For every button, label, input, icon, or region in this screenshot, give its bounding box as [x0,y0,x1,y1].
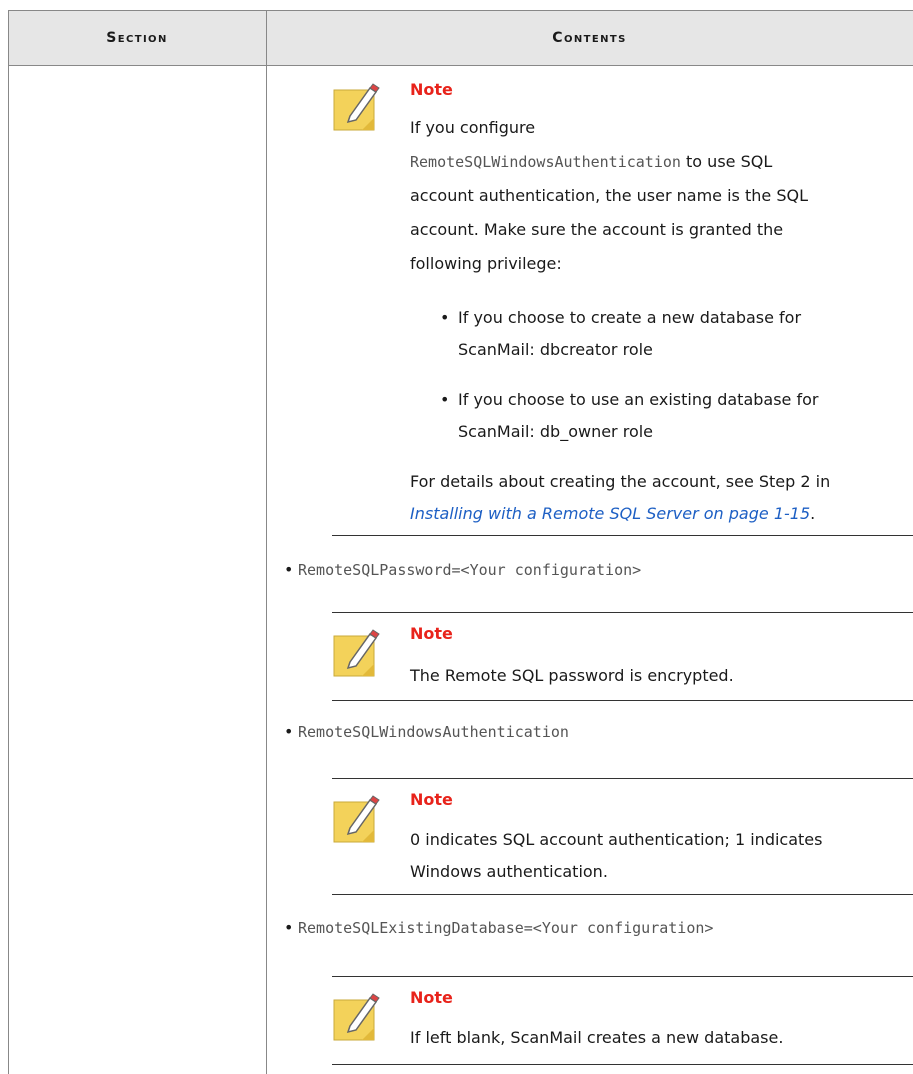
note-text: If you configure [410,118,536,137]
cross-reference-link[interactable]: Installing with a Remote SQL Server on p… [410,504,810,523]
note-rule [332,1064,913,1065]
note-text: RemoteSQLWindowsAuthentication to use SQ… [410,152,773,171]
bullet-text: ScanMail: db_owner role [458,422,654,441]
bullet-marker: • [284,918,294,937]
bullet-text: ScanMail: dbcreator role [458,340,653,359]
note-text: following privilege: [410,254,562,273]
note-pencil-icon [333,993,380,1041]
setting-name: RemoteSQLWindowsAuthentication [410,153,681,171]
note-rule [332,976,913,977]
note-text: If left blank, ScanMail creates a new da… [410,1028,784,1047]
note-title: Note [410,80,453,99]
note-pencil-icon [333,795,380,843]
header-section: Section [106,30,168,46]
note-text: The Remote SQL password is encrypted. [410,666,734,685]
note-pencil-icon [333,629,380,677]
setting-name: RemoteSQLExistingDatabase=<Your configur… [298,919,714,937]
note-text: 0 indicates SQL account authentication; … [410,830,823,849]
note-title: Note [410,624,453,643]
note-pencil-icon [333,83,380,131]
setting-name: RemoteSQLPassword=<Your configuration> [298,561,642,579]
setting-name: RemoteSQLWindowsAuthentication [298,723,569,741]
bullet-text: If you choose to create a new database f… [458,308,802,327]
note-text: For details about creating the account, … [410,472,831,491]
note-title: Note [410,790,453,809]
note-rule [332,894,913,895]
note-rule [332,535,913,536]
header-contents: Contents [552,30,627,46]
note-text: Installing with a Remote SQL Server on p… [410,504,816,523]
bullet-marker: • [440,308,450,327]
column-divider [266,10,267,1074]
note-title: Note [410,988,453,1007]
note-text: account authentication, the user name is… [410,186,808,205]
note-text: account. Make sure the account is grante… [410,220,784,239]
bullet-marker: • [284,560,294,579]
note-rule [332,700,913,701]
table-left-border [8,10,9,1074]
table-header: Section Contents [8,10,913,66]
bullet-text: If you choose to use an existing databas… [458,390,819,409]
note-rule [332,612,913,613]
note-rule [332,778,913,779]
bullet-marker: • [284,722,294,741]
note-text: Windows authentication. [410,862,608,881]
bullet-marker: • [440,390,450,409]
